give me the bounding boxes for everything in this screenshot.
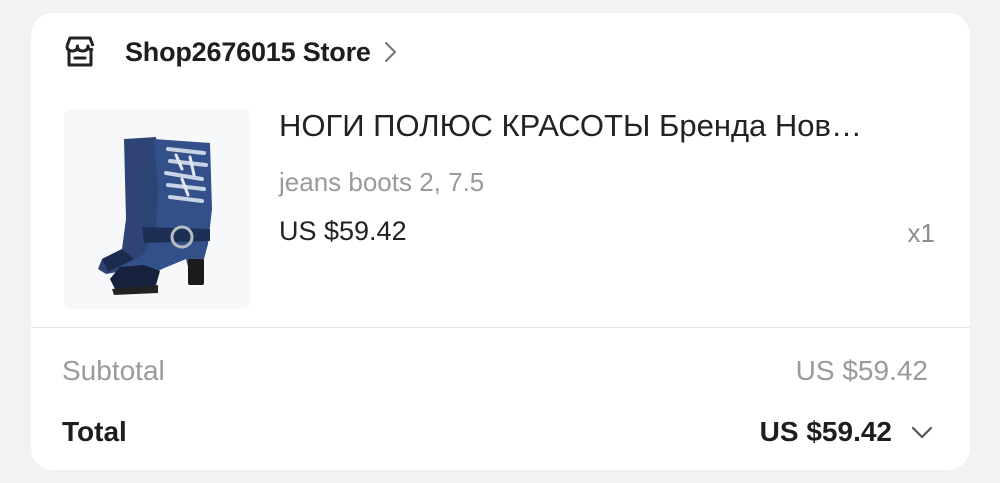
order-card: Shop2676015 Store НОГИ ПОЛЮС КРАСОТЫ Бре… xyxy=(31,13,970,470)
product-variant: jeans boots 2, 7.5 xyxy=(279,167,485,197)
total-value: US $59.42 xyxy=(759,416,892,447)
product-quantity: x1 xyxy=(907,218,935,248)
chevron-down-icon[interactable] xyxy=(910,424,934,440)
chevron-right-icon xyxy=(383,40,399,64)
product-price: US $59.42 xyxy=(279,216,407,246)
total-expand-toggle[interactable]: US $59.42 xyxy=(760,413,934,451)
denim-boot-image xyxy=(64,109,250,309)
product-title[interactable]: НОГИ ПОЛЮС КРАСОТЫ Бренда Нов… xyxy=(279,108,941,144)
divider xyxy=(31,327,970,328)
store-name[interactable]: Shop2676015 Store xyxy=(125,37,371,68)
total-label: Total xyxy=(62,416,127,447)
product-image[interactable] xyxy=(64,109,250,309)
subtotal-value: US $59.42 xyxy=(795,355,928,386)
subtotal-label: Subtotal xyxy=(62,355,165,386)
store-link[interactable]: Shop2676015 Store xyxy=(62,30,399,74)
store-icon xyxy=(62,34,98,70)
